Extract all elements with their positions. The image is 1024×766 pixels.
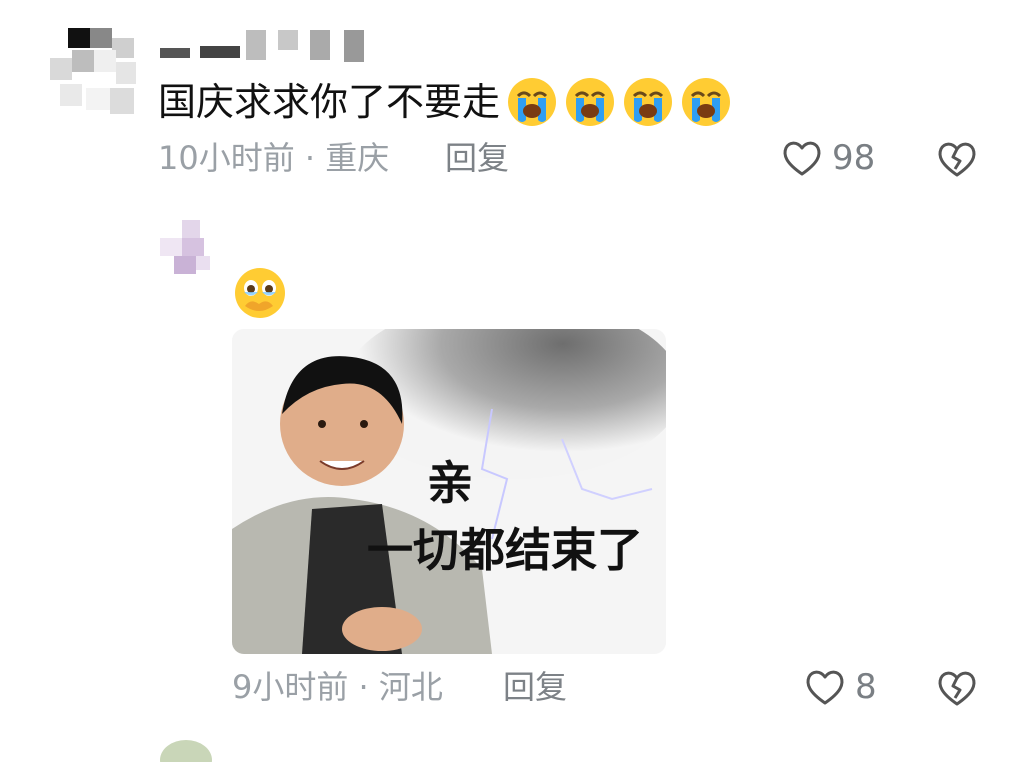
like-button[interactable]: 8	[803, 665, 877, 709]
separator: ·	[304, 139, 316, 177]
avatar[interactable]	[160, 220, 216, 276]
loudly-crying-face-icon	[624, 78, 673, 126]
timestamp: 10小时前	[158, 139, 295, 177]
comment-text: 国庆求求你了不要走	[158, 80, 501, 124]
like-count: 98	[832, 138, 876, 178]
avatar[interactable]	[50, 28, 138, 116]
avatar[interactable]	[158, 732, 214, 766]
meme-image[interactable]: 亲 一切都结束了	[232, 329, 666, 654]
separator: ·	[358, 668, 369, 706]
username[interactable]	[160, 28, 380, 64]
broken-heart-icon[interactable]	[935, 666, 979, 710]
reply-button[interactable]: 回复	[445, 138, 509, 178]
loudly-crying-face-icon	[508, 78, 557, 126]
comment-meta-2: 9小时前 · 河北	[232, 667, 443, 707]
location: 河北	[378, 668, 443, 706]
meme-caption-line2: 一切都结束了	[367, 523, 643, 577]
emoji-group	[506, 76, 732, 128]
reply-button[interactable]: 回复	[503, 667, 567, 707]
heart-outline-icon	[783, 141, 821, 176]
timestamp: 9小时前	[232, 668, 349, 706]
comment-text-1: 国庆求求你了不要走	[158, 76, 732, 128]
face-holding-back-tears-icon	[235, 268, 285, 318]
like-button[interactable]: 98	[780, 136, 875, 180]
comment-meta-1: 10小时前 · 重庆	[158, 138, 389, 178]
loudly-crying-face-icon	[566, 78, 615, 126]
location: 重庆	[325, 139, 390, 177]
loudly-crying-face-icon	[682, 78, 731, 126]
broken-heart-icon[interactable]	[935, 137, 979, 181]
like-count: 8	[855, 667, 877, 707]
meme-caption-line1: 亲	[427, 456, 473, 510]
heart-outline-icon	[806, 670, 844, 705]
